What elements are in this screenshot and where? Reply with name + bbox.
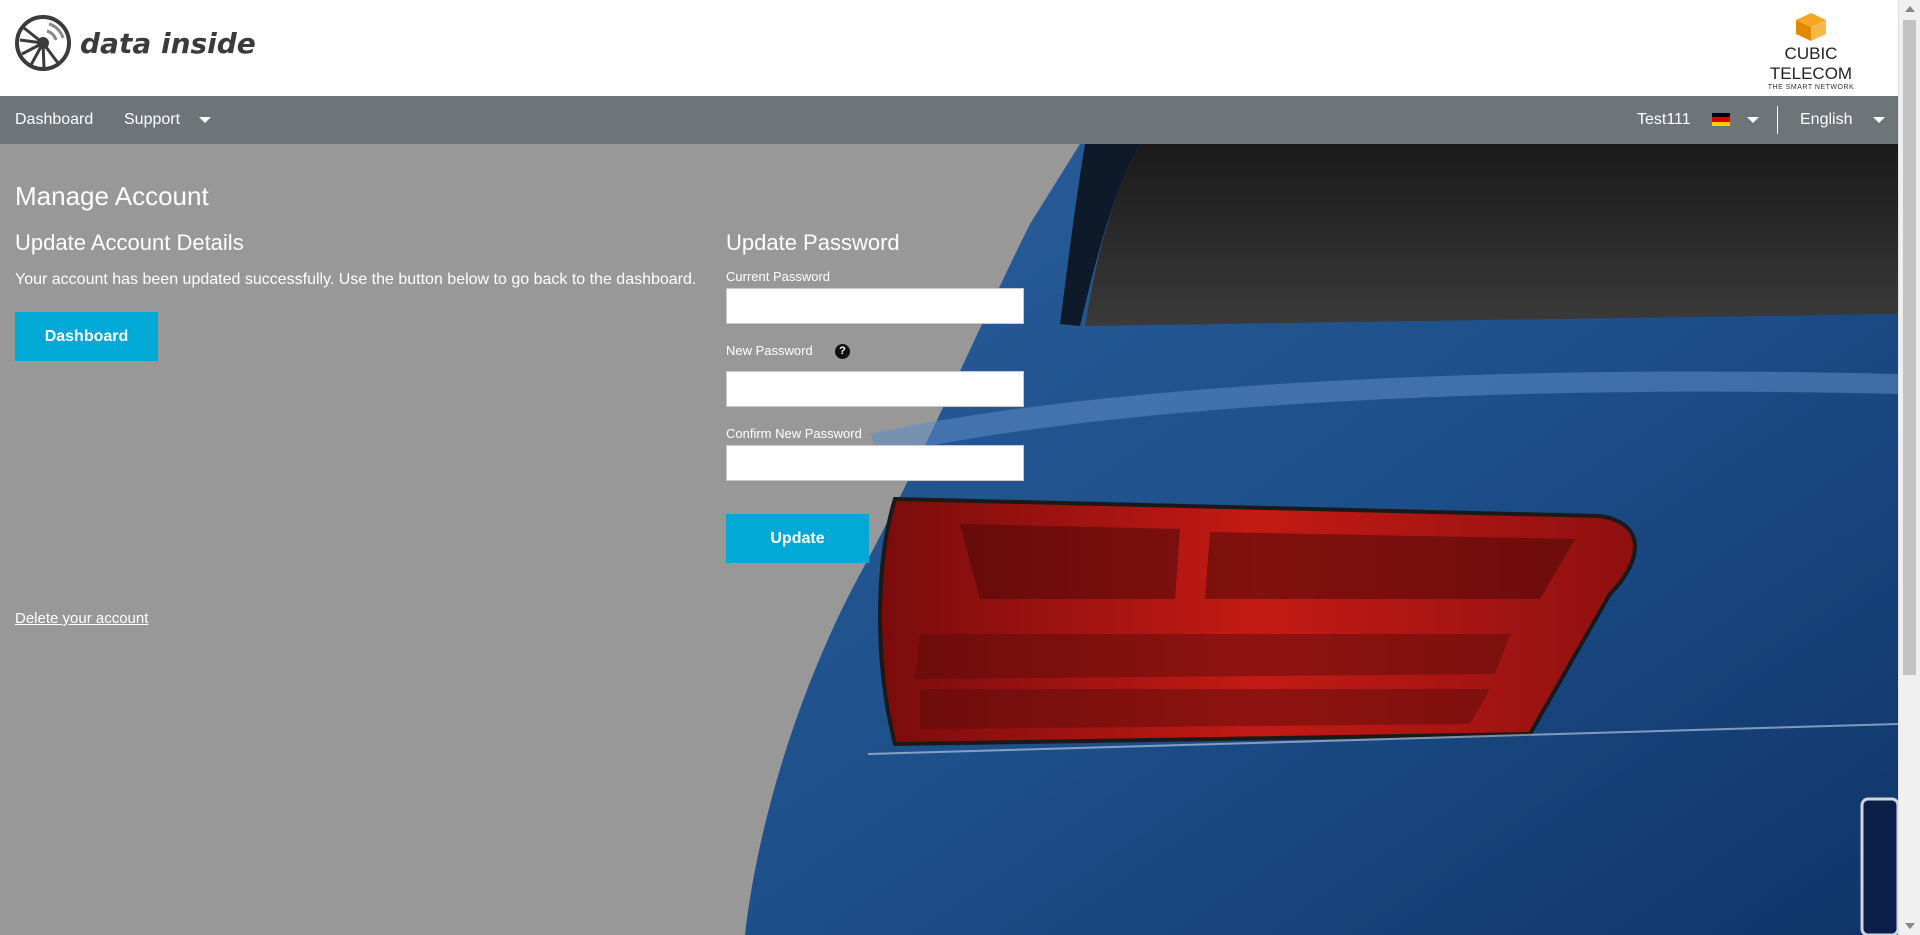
nav-support-menu[interactable]: Support bbox=[124, 96, 211, 144]
nav-support-label: Support bbox=[124, 111, 181, 128]
nav-user-label: Test111 bbox=[1637, 111, 1691, 128]
cubic-telecom-logo: CUBIC TELECOM THE SMART NETWORK bbox=[1746, 12, 1876, 91]
page-title: Manage Account bbox=[15, 181, 209, 211]
germany-flag-icon bbox=[1712, 113, 1730, 126]
success-message: Your account has been updated successful… bbox=[15, 271, 697, 288]
update-button[interactable]: Update bbox=[726, 514, 869, 563]
help-icon[interactable]: ? bbox=[835, 344, 850, 359]
top-nav: Dashboard Support Test111 English bbox=[0, 96, 1898, 144]
page-scrollbar[interactable] bbox=[1898, 0, 1920, 935]
wheel-logo-icon bbox=[15, 15, 71, 71]
new-password-input[interactable] bbox=[726, 371, 1024, 407]
site-header: data inside CUBIC TELECOM THE SMART NETW… bbox=[0, 0, 1898, 96]
update-password-heading: Update Password bbox=[726, 230, 900, 255]
partner-brand: CUBIC TELECOM bbox=[1769, 44, 1853, 83]
current-password-input[interactable] bbox=[726, 288, 1024, 324]
data-inside-logo[interactable]: data inside bbox=[14, 14, 256, 72]
chevron-down-icon bbox=[198, 116, 211, 123]
language-chevron-down-icon bbox=[1872, 116, 1885, 123]
nav-language-label: English bbox=[1800, 111, 1853, 128]
car-background-image bbox=[745, 144, 1898, 935]
main-content: Manage Account Update Account Details Yo… bbox=[0, 144, 1898, 935]
confirm-password-input[interactable] bbox=[726, 445, 1024, 481]
nav-user-menu[interactable]: Test111 bbox=[1637, 96, 1691, 144]
nav-dashboard-label: Dashboard bbox=[15, 111, 94, 128]
scroll-up-icon[interactable] bbox=[1905, 6, 1915, 12]
logo-text: data inside bbox=[80, 26, 256, 60]
user-chevron-down-icon[interactable] bbox=[1747, 117, 1759, 123]
new-password-label: New Password bbox=[726, 343, 813, 358]
partner-tagline: THE SMART NETWORK bbox=[1767, 84, 1855, 91]
scroll-down-icon[interactable] bbox=[1905, 923, 1915, 929]
nav-divider bbox=[1777, 106, 1778, 134]
nav-dashboard[interactable]: Dashboard bbox=[15, 96, 93, 144]
scroll-thumb[interactable] bbox=[1903, 20, 1916, 675]
confirm-password-label: Confirm New Password bbox=[726, 426, 862, 441]
account-details-heading: Update Account Details bbox=[15, 230, 244, 255]
current-password-label: Current Password bbox=[726, 269, 831, 284]
cube-logo-icon bbox=[1796, 13, 1826, 41]
dashboard-button[interactable]: Dashboard bbox=[15, 312, 158, 361]
nav-language-menu[interactable]: English bbox=[1800, 96, 1885, 144]
delete-account-link[interactable]: Delete your account bbox=[15, 610, 148, 627]
